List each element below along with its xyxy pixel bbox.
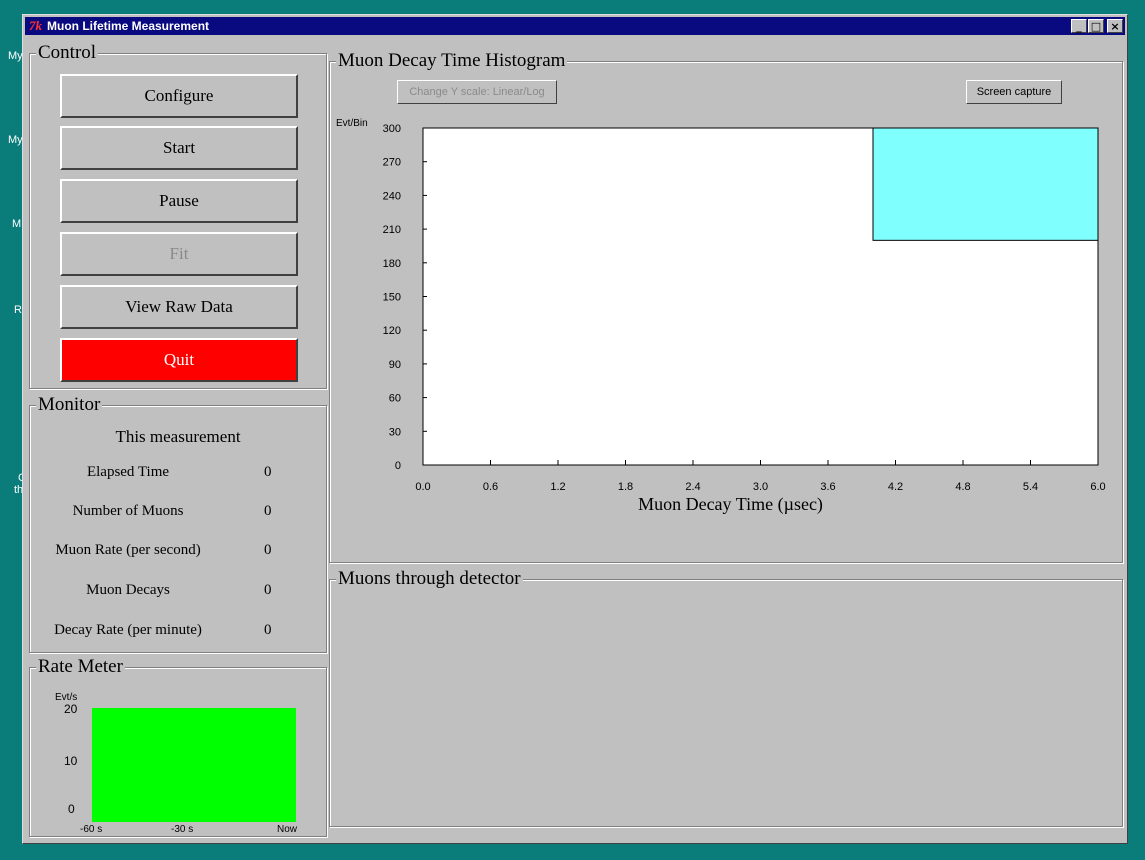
detector-frame-title: Muons through detector: [336, 568, 523, 589]
y-tick-label: 60: [389, 393, 401, 405]
y-tick-label: 270: [383, 157, 401, 169]
desktop-label: M: [12, 218, 22, 230]
main-window: 7k Muon Lifetime Measurement _ □ × Contr…: [22, 14, 1128, 844]
y-tick-label: 300: [383, 123, 401, 135]
tk-feather-icon[interactable]: 7k: [29, 17, 42, 35]
x-tick-label: 3.0: [753, 481, 768, 493]
muon-rate-value: 0: [264, 542, 272, 558]
y-tick-label: 90: [389, 359, 401, 371]
histogram-bar: [872, 127, 1099, 241]
maximize-button[interactable]: □: [1088, 19, 1104, 33]
measurement-heading: This measurement: [115, 427, 241, 446]
x-tick-label: 2.4: [685, 481, 700, 493]
rate-meter-frame: Rate Meter Evt/s 20 10 0 -60 s -30 s Now: [29, 657, 327, 837]
x-tick-label: 0.0: [415, 481, 430, 493]
elapsed-time-value: 0: [264, 464, 272, 480]
y-tick-label: 180: [383, 258, 401, 270]
x-tick-label: 1.8: [618, 481, 633, 493]
decay-histogram-chart: Evt/Bin 30027024021018015012090603000.0 0.…: [336, 118, 1106, 515]
y-tick-label: 210: [383, 224, 401, 236]
desktop-label: My: [8, 50, 23, 62]
x-axis-label: Muon Decay Time (µsec): [638, 494, 823, 515]
y-axis-label: Evt/Bin: [336, 118, 368, 129]
control-frame: Control Configure Start Pause Fit View R…: [29, 43, 327, 389]
rate-meter-ytick: 20: [64, 702, 78, 716]
decay-rate-value: 0: [264, 622, 272, 638]
window-title: Muon Lifetime Measurement: [47, 19, 210, 33]
title-bar[interactable]: 7k Muon Lifetime Measurement _ □ ×: [25, 17, 1125, 35]
rate-meter-xtick: -60 s: [80, 824, 103, 835]
y-tick-label: 30: [389, 426, 401, 438]
elapsed-time-label: Elapsed Time: [86, 464, 170, 480]
histogram-frame: Muon Decay Time Histogram Change Y scale…: [329, 51, 1123, 563]
x-tick-label: 4.8: [955, 481, 970, 493]
rate-meter-bar: [92, 708, 296, 822]
muon-decays-value: 0: [264, 582, 272, 598]
rate-meter-xtick: -30 s: [171, 824, 194, 835]
monitor-frame: Monitor This measurement Elapsed Time 0 …: [29, 395, 327, 653]
fit-button[interactable]: Fit: [60, 232, 298, 276]
configure-button[interactable]: Configure: [60, 74, 298, 118]
rate-meter-xtick: Now: [277, 824, 298, 835]
muon-rate-label: Muon Rate (per second): [55, 542, 201, 558]
minimize-button[interactable]: _: [1071, 19, 1087, 33]
rate-meter-title: Rate Meter: [36, 656, 125, 677]
x-tick-label: 3.6: [820, 481, 835, 493]
x-tick-label: 5.4: [1023, 481, 1038, 493]
rate-meter-ytick: 10: [64, 754, 78, 768]
desktop-label: R: [14, 304, 22, 316]
histogram-title: Muon Decay Time Histogram: [336, 50, 568, 71]
x-tick-label: 1.2: [550, 481, 565, 493]
detector-frame: Muons through detector: [329, 569, 1123, 827]
x-tick-label: 6.0: [1090, 481, 1105, 493]
view-raw-data-button[interactable]: View Raw Data: [60, 285, 298, 329]
x-tick-label: 0.6: [483, 481, 498, 493]
number-of-muons-value: 0: [264, 503, 272, 519]
x-tick-label: 4.2: [888, 481, 903, 493]
y-tick-label: 240: [383, 190, 401, 202]
y-tick-label: 120: [383, 325, 401, 337]
rate-meter-ytick: 0: [68, 802, 75, 816]
decay-rate-label: Decay Rate (per minute): [54, 622, 202, 638]
desktop-label: My: [8, 134, 23, 146]
muon-decays-label: Muon Decays: [86, 582, 170, 598]
quit-button[interactable]: Quit: [60, 338, 298, 382]
monitor-frame-title: Monitor: [36, 394, 103, 415]
pause-button[interactable]: Pause: [60, 179, 298, 223]
start-button[interactable]: Start: [60, 126, 298, 170]
control-frame-title: Control: [36, 42, 99, 63]
close-button[interactable]: ×: [1107, 19, 1123, 33]
y-tick-label: 0: [395, 460, 401, 472]
number-of-muons-label: Number of Muons: [72, 503, 184, 519]
y-tick-label: 150: [383, 292, 401, 304]
